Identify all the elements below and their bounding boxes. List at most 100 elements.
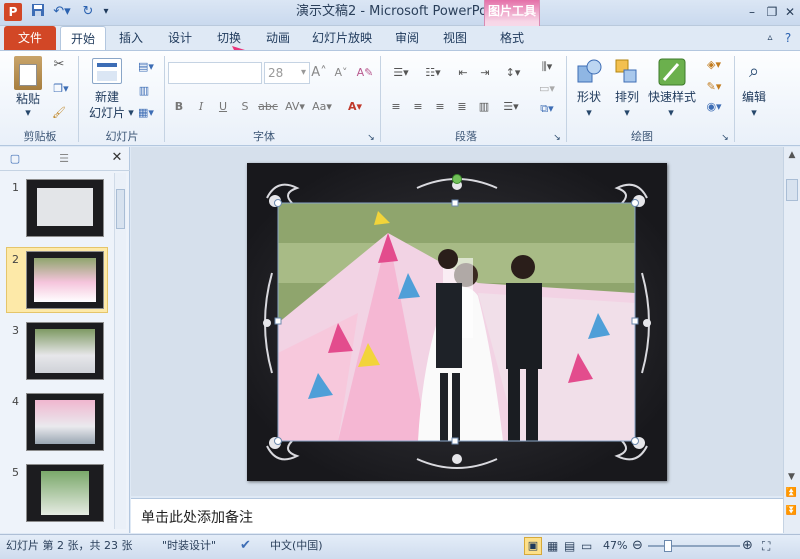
edit-button[interactable]: 编辑 bbox=[736, 90, 772, 104]
quick-styles-dropdown-icon[interactable]: ▾ bbox=[666, 106, 676, 120]
align-right-icon[interactable]: ≡ bbox=[432, 100, 448, 114]
previous-slide-icon[interactable]: ⏫ bbox=[784, 486, 799, 500]
font-color-icon[interactable]: A▾ bbox=[344, 100, 366, 114]
font-dialog-launcher-icon[interactable]: ↘ bbox=[366, 131, 376, 145]
zoom-slider-track[interactable] bbox=[648, 545, 740, 547]
tab-insert[interactable]: 插入 bbox=[110, 26, 152, 50]
new-slide-button[interactable]: 新建 bbox=[84, 90, 130, 104]
layout-icon[interactable]: ▤▾ bbox=[134, 60, 158, 74]
binoculars-icon[interactable]: ⌕ bbox=[740, 58, 768, 86]
theme-name[interactable]: "时装设计" bbox=[162, 534, 216, 558]
increase-indent-icon[interactable]: ⇥ bbox=[476, 66, 494, 80]
paste-button[interactable]: 粘贴 bbox=[8, 92, 48, 106]
notes-placeholder[interactable]: 单击此处添加备注 bbox=[141, 507, 253, 527]
shrink-font-icon[interactable]: A˅ bbox=[332, 66, 350, 80]
tab-design[interactable]: 设计 bbox=[158, 26, 202, 50]
paste-dropdown-icon[interactable]: ▾ bbox=[22, 106, 34, 120]
paragraph-dialog-launcher-icon[interactable]: ↘ bbox=[552, 131, 562, 145]
slide-thumbnail[interactable] bbox=[26, 179, 104, 237]
format-painter-icon[interactable]: 🖌 bbox=[50, 106, 68, 120]
clear-format-icon[interactable]: A✎ bbox=[356, 66, 374, 80]
scroll-thumb[interactable] bbox=[786, 179, 798, 201]
slide-thumbnail[interactable] bbox=[26, 322, 104, 380]
char-spacing-icon[interactable]: AV▾ bbox=[284, 100, 306, 114]
notes-pane[interactable]: 单击此处添加备注 bbox=[131, 498, 783, 533]
cut-icon[interactable]: ✂ bbox=[50, 58, 68, 72]
new-slide-button-label2[interactable]: 幻灯片 bbox=[84, 106, 130, 120]
close-icon[interactable]: ✕ bbox=[781, 4, 799, 20]
slide-thumbnail[interactable] bbox=[26, 393, 104, 451]
quick-styles-icon[interactable] bbox=[658, 58, 686, 86]
scroll-up-icon[interactable]: ▲ bbox=[784, 147, 800, 163]
tab-file[interactable]: 文件 bbox=[4, 26, 56, 50]
smartart-icon[interactable]: ⧉▾ bbox=[536, 102, 558, 116]
font-size-input[interactable]: 28 ▾ bbox=[264, 62, 310, 84]
slides-tab-icon[interactable]: ▢ bbox=[8, 152, 22, 166]
slide-thumbnail[interactable] bbox=[26, 464, 104, 522]
normal-view-icon[interactable]: ▣ bbox=[524, 537, 542, 555]
arrange-icon[interactable] bbox=[614, 58, 640, 86]
spell-check-icon[interactable]: ✔ bbox=[240, 534, 251, 558]
selection-handles[interactable] bbox=[272, 197, 642, 449]
line-spacing-icon[interactable]: ↕▾ bbox=[500, 66, 526, 80]
tab-slideshow[interactable]: 幻灯片放映 bbox=[304, 26, 380, 50]
arrange-dropdown-icon[interactable]: ▾ bbox=[622, 106, 632, 120]
underline-button[interactable]: U bbox=[216, 100, 230, 114]
reading-view-icon[interactable]: ▤ bbox=[564, 534, 575, 558]
next-slide-icon[interactable]: ⏬ bbox=[784, 504, 799, 518]
restore-icon[interactable]: ❐ bbox=[763, 4, 781, 20]
slide-sorter-icon[interactable]: ▦ bbox=[547, 534, 558, 558]
reset-icon[interactable]: ▥ bbox=[134, 84, 154, 98]
language-label[interactable]: 中文(中国) bbox=[270, 534, 323, 558]
justify-icon[interactable]: ≣ bbox=[454, 100, 470, 114]
zoom-slider-thumb[interactable] bbox=[664, 540, 672, 552]
close-pane-icon[interactable]: ✕ bbox=[110, 151, 124, 165]
slideshow-view-icon[interactable]: ▭ bbox=[581, 534, 592, 558]
bold-button[interactable]: B bbox=[172, 100, 186, 114]
scroll-down-icon[interactable]: ▼ bbox=[784, 470, 799, 484]
copy-icon[interactable]: ❐▾ bbox=[50, 82, 72, 96]
align-text-icon[interactable]: ▭▾ bbox=[536, 82, 558, 96]
shapes-dropdown-icon[interactable]: ▾ bbox=[584, 106, 594, 120]
rotation-handle[interactable] bbox=[452, 174, 462, 184]
drawing-dialog-launcher-icon[interactable]: ↘ bbox=[720, 131, 730, 145]
columns-icon[interactable]: ▥ bbox=[476, 100, 492, 114]
font-name-input[interactable] bbox=[168, 62, 262, 84]
quick-styles-button[interactable]: 快速样式 bbox=[646, 90, 698, 104]
distribute-icon[interactable]: ☰▾ bbox=[500, 100, 522, 114]
decrease-indent-icon[interactable]: ⇤ bbox=[454, 66, 472, 80]
outline-tab-icon[interactable]: ☰ bbox=[56, 152, 72, 166]
edit-dropdown-icon[interactable]: ▾ bbox=[749, 106, 759, 120]
shadow-button[interactable]: S bbox=[238, 100, 252, 114]
help-icon[interactable]: ? bbox=[780, 26, 796, 50]
section-icon[interactable]: ▦▾ bbox=[134, 106, 158, 120]
shape-outline-icon[interactable]: ✎▾ bbox=[700, 80, 728, 94]
thumbnail-scrollbar[interactable] bbox=[114, 173, 126, 529]
zoom-level[interactable]: 47% bbox=[603, 534, 627, 558]
shapes-icon[interactable] bbox=[576, 58, 602, 86]
tab-view[interactable]: 视图 bbox=[434, 26, 476, 50]
text-direction-icon[interactable]: ⫼▾ bbox=[536, 60, 558, 74]
paste-icon[interactable] bbox=[14, 56, 42, 90]
slide-thumbnail[interactable] bbox=[26, 251, 104, 309]
align-left-icon[interactable]: ≡ bbox=[388, 100, 404, 114]
new-slide-icon[interactable] bbox=[92, 58, 122, 84]
shape-fill-icon[interactable]: ◈▾ bbox=[700, 58, 728, 72]
italic-button[interactable]: I bbox=[194, 100, 208, 114]
tab-home[interactable]: 开始 bbox=[60, 26, 106, 50]
arrange-button[interactable]: 排列 bbox=[610, 90, 644, 104]
strikethrough-button[interactable]: abc bbox=[258, 100, 278, 114]
change-case-icon[interactable]: Aa▾ bbox=[310, 100, 334, 114]
numbering-icon[interactable]: ☷▾ bbox=[420, 66, 446, 80]
shapes-button[interactable]: 形状 bbox=[572, 90, 606, 104]
bullets-icon[interactable]: ☰▾ bbox=[388, 66, 414, 80]
zoom-in-icon[interactable]: ⊕ bbox=[742, 534, 753, 558]
zoom-out-icon[interactable]: ⊖ bbox=[632, 534, 643, 558]
tab-review[interactable]: 审阅 bbox=[386, 26, 428, 50]
shape-effects-icon[interactable]: ◉▾ bbox=[700, 100, 728, 114]
minimize-icon[interactable]: – bbox=[743, 4, 761, 20]
align-center-icon[interactable]: ≡ bbox=[410, 100, 426, 114]
tab-format[interactable]: 格式 bbox=[488, 26, 536, 50]
grow-font-icon[interactable]: A˄ bbox=[310, 66, 328, 80]
collapse-ribbon-icon[interactable]: ▵ bbox=[762, 26, 778, 50]
